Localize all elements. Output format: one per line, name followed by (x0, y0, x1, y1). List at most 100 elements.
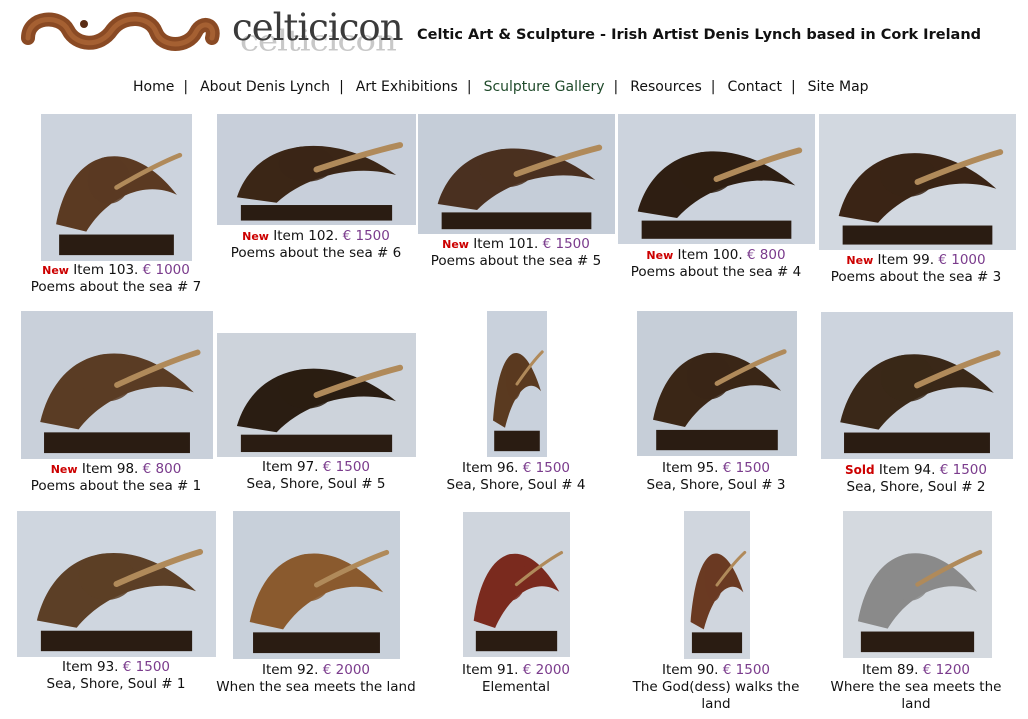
sculpture-photo-icon (838, 149, 1004, 245)
item-price: € 1500 (122, 659, 171, 675)
logo-text[interactable]: celticicon (232, 6, 404, 49)
nav-sculpture-gallery[interactable]: Sculpture Gallery (484, 79, 605, 95)
sold-badge: Sold (845, 463, 875, 477)
item-price: € 1500 (542, 236, 590, 252)
item-title[interactable]: Sea, Shore, Soul # 3 (616, 477, 816, 494)
item-title[interactable]: The God(dess) walks the land (616, 679, 816, 713)
item-title[interactable]: Elemental (416, 679, 616, 696)
item-title[interactable]: Sea, Shore, Soul # 5 (216, 476, 416, 493)
nav-contact[interactable]: Contact (727, 79, 781, 95)
sculpture-photo-icon (653, 349, 787, 451)
item-line: New Item 98. € 800 (16, 461, 216, 478)
sculpture-caption: New Item 103. € 1000 Poems about the sea … (16, 262, 216, 296)
nav-site-map[interactable]: Site Map (808, 79, 869, 95)
sculpture-thumbnail[interactable] (21, 311, 213, 459)
sculpture-photo-icon (473, 550, 564, 652)
sculpture-caption: New Item 100. € 800 Poems about the sea #… (616, 247, 816, 281)
sculpture-thumbnail[interactable] (463, 512, 570, 657)
item-price: € 1500 (322, 459, 371, 475)
item-price: € 2000 (322, 662, 371, 678)
sculpture-caption: New Item 101. € 1500 Poems about the sea … (416, 236, 616, 270)
sculpture-thumbnail[interactable] (217, 333, 416, 457)
item-line: New Item 100. € 800 (616, 247, 816, 264)
main-navigation: Home | About Denis Lynch | Art Exhibitions | S… (133, 79, 869, 95)
nav-home[interactable]: Home (133, 79, 174, 95)
item-number: Item 101. (473, 236, 543, 252)
item-title[interactable]: Poems about the sea # 5 (416, 253, 616, 270)
item-number: Item 94. (878, 462, 940, 478)
item-number: Item 96. (461, 460, 523, 476)
item-number: Item 92. (261, 662, 323, 678)
item-price: € 1500 (522, 460, 571, 476)
item-price: € 2000 (522, 662, 571, 678)
item-line: Item 97. € 1500 (216, 459, 416, 476)
item-title[interactable]: Sea, Shore, Soul # 1 (16, 676, 216, 693)
new-badge: New (846, 254, 874, 267)
sculpture-photo-icon (437, 144, 603, 230)
sculpture-caption: New Item 99. € 1000 Poems about the sea #… (816, 252, 1016, 286)
sculpture-thumbnail[interactable] (418, 114, 615, 234)
sculpture-thumbnail[interactable] (487, 311, 547, 457)
new-badge: New (442, 238, 469, 251)
nav-separator: | (613, 79, 619, 95)
item-title[interactable]: Where the sea meets the land (816, 679, 1016, 713)
sculpture-thumbnail[interactable] (821, 312, 1013, 459)
item-title[interactable]: Poems about the sea # 3 (816, 269, 1016, 286)
item-price: € 1500 (722, 662, 771, 678)
sculpture-thumbnail[interactable] (819, 114, 1016, 250)
sculpture-photo-icon (56, 152, 183, 256)
item-title[interactable]: When the sea meets the land (216, 679, 416, 696)
nav-exhibitions[interactable]: Art Exhibitions (356, 79, 458, 95)
sculpture-caption: Item 95. € 1500 Sea, Shore, Soul # 3 (616, 460, 816, 494)
item-title[interactable]: Poems about the sea # 1 (16, 478, 216, 495)
sculpture-thumbnail[interactable] (233, 511, 400, 659)
item-price: € 1000 (938, 252, 986, 268)
item-title[interactable]: Sea, Shore, Soul # 2 (816, 479, 1016, 496)
item-number: Item 90. (661, 662, 723, 678)
item-title[interactable]: Poems about the sea # 6 (216, 245, 416, 262)
nav-separator: | (466, 79, 472, 95)
sculpture-thumbnail[interactable] (637, 311, 797, 456)
sculpture-thumbnail[interactable] (41, 114, 192, 261)
sculpture-caption: Item 96. € 1500 Sea, Shore, Soul # 4 (416, 460, 616, 494)
sculpture-thumbnail[interactable] (684, 511, 750, 659)
item-line: Item 96. € 1500 (416, 460, 616, 477)
nav-separator: | (710, 79, 716, 95)
item-line: Item 90. € 1500 (616, 662, 816, 679)
item-number: Item 99. (877, 252, 939, 268)
nav-separator: | (339, 79, 344, 95)
item-number: Item 89. (861, 662, 923, 678)
sculpture-caption: New Item 98. € 800 Poems about the sea # … (16, 461, 216, 495)
sculpture-photo-icon (857, 549, 983, 653)
sculpture-thumbnail[interactable] (618, 114, 815, 244)
sculpture-photo-icon (637, 147, 803, 239)
sculpture-thumbnail[interactable] (843, 511, 992, 658)
item-title[interactable]: Poems about the sea # 4 (616, 264, 816, 281)
sculpture-thumbnail[interactable] (217, 114, 416, 225)
sculpture-photo-icon (40, 349, 201, 454)
sculpture-caption: Item 89. € 1200 Where the sea meets the l… (816, 662, 1016, 713)
item-line: Item 93. € 1500 (16, 659, 216, 676)
sculpture-caption: Item 93. € 1500 Sea, Shore, Soul # 1 (16, 659, 216, 693)
sculpture-caption: Item 91. € 2000 Elemental (416, 662, 616, 696)
item-number: Item 91. (461, 662, 523, 678)
new-badge: New (42, 264, 69, 277)
item-number: Item 100. (677, 247, 747, 263)
item-price: € 800 (746, 247, 786, 263)
nav-resources[interactable]: Resources (630, 79, 702, 95)
item-line: New Item 102. € 1500 (216, 228, 416, 245)
celtic-serpent-logo-icon[interactable] (20, 8, 220, 60)
sculpture-photo-icon (236, 364, 404, 453)
item-line: Sold Item 94. € 1500 (816, 462, 1016, 479)
item-number: Item 97. (261, 459, 323, 475)
sculpture-photo-icon (840, 350, 1001, 454)
new-badge: New (646, 249, 674, 262)
sculpture-photo-icon (236, 142, 404, 221)
nav-about[interactable]: About Denis Lynch (200, 79, 330, 95)
sculpture-thumbnail[interactable] (17, 511, 216, 657)
item-title[interactable]: Poems about the sea # 7 (16, 279, 216, 296)
item-number: Item 95. (661, 460, 723, 476)
item-title[interactable]: Sea, Shore, Soul # 4 (416, 477, 616, 494)
sculpture-caption: Item 90. € 1500 The God(dess) walks the l… (616, 662, 816, 713)
item-line: Item 95. € 1500 (616, 460, 816, 477)
